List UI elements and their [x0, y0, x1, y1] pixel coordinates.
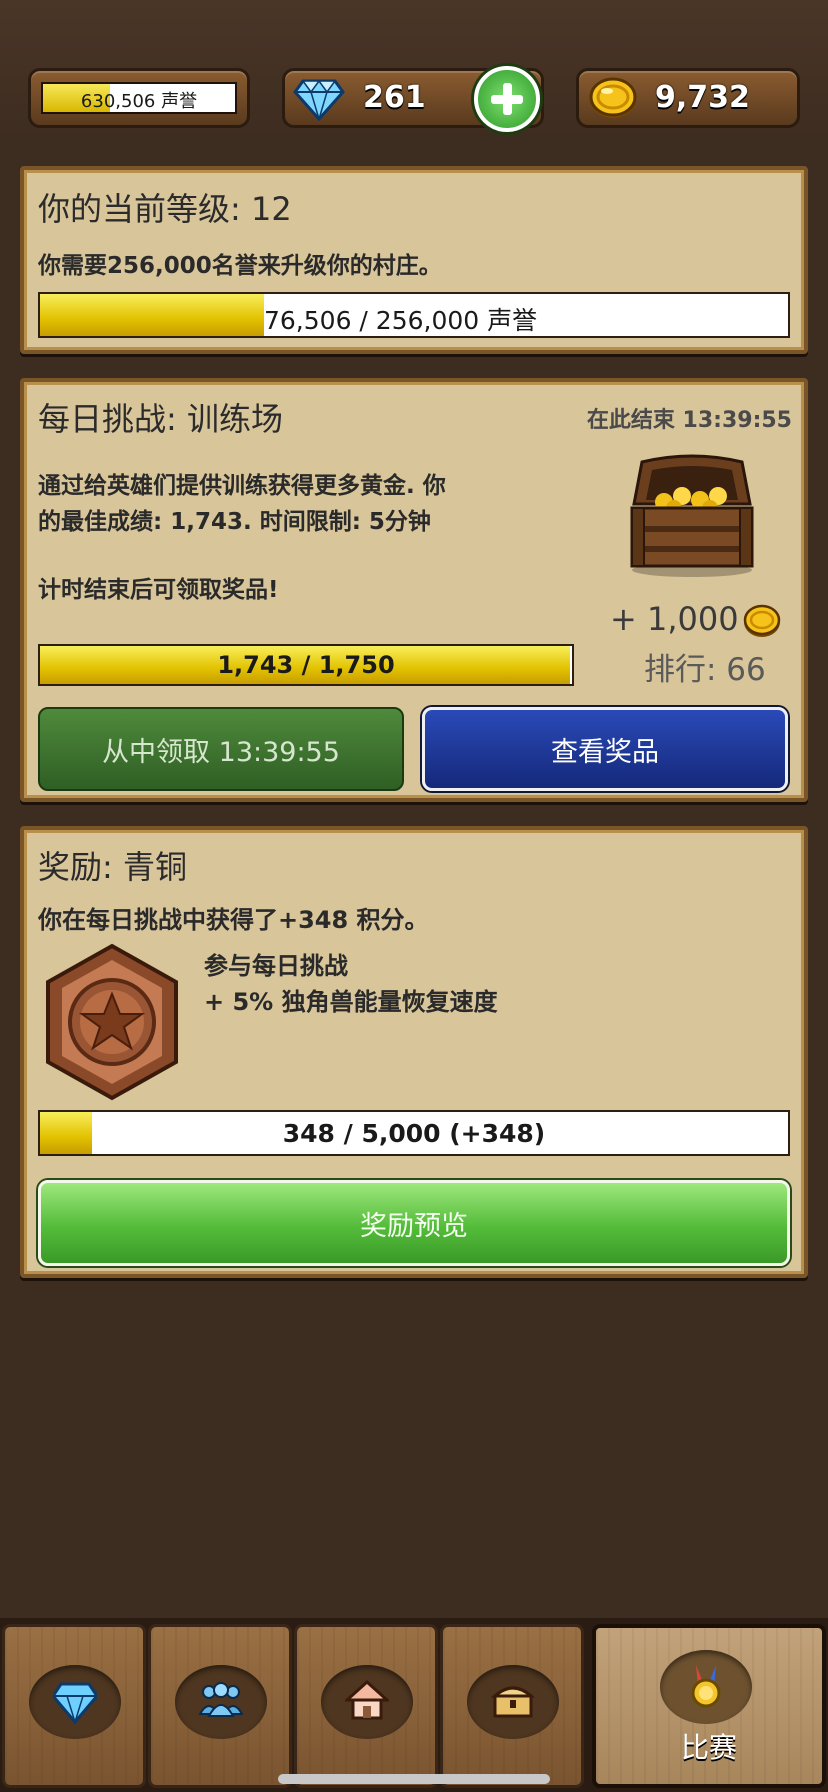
- level-progress-bar: 76,506 / 256,000 声誉: [38, 292, 790, 338]
- nav-item-chest[interactable]: [440, 1624, 584, 1788]
- challenge-reward-amount: + 1,000: [610, 600, 739, 638]
- nav-icon-frame: [660, 1650, 752, 1724]
- reward-progress-text: 348 / 5,000 (+348): [282, 1119, 546, 1148]
- nav-item-people[interactable]: [148, 1624, 292, 1788]
- challenge-title: 每日挑战: 训练场: [38, 400, 283, 438]
- challenge-claim-note: 计时结束后可领取奖品!: [38, 577, 279, 603]
- house-icon: [345, 1679, 389, 1720]
- level-title: 你的当前等级: 12: [38, 190, 292, 228]
- gem-count: 261: [363, 80, 426, 115]
- claim-reward-button[interactable]: 从中领取 13:39:55: [38, 707, 404, 791]
- level-progress-text: 76,506 / 256,000 声誉: [264, 306, 538, 335]
- chest-icon: [491, 1686, 535, 1718]
- reward-title: 奖励: 青铜: [38, 848, 187, 886]
- gold-count: 9,732: [655, 80, 750, 115]
- app-screen: 630,506 声誉 261 9,732 你的当前等级: 12 你需要256,0…: [0, 0, 828, 1792]
- challenge-progress-bar: 1,743 / 1,750: [38, 644, 574, 686]
- level-panel: 你的当前等级: 12 你需要256,000名誉来升级你的村庄。 76,506 /…: [20, 166, 808, 354]
- nav-item-gems[interactable]: [2, 1624, 146, 1788]
- level-progress-fill: [40, 294, 265, 336]
- reward-perk-line2: + 5% 独角兽能量恢复速度: [204, 988, 498, 1016]
- diamond-icon: [293, 79, 345, 121]
- nav-item-village[interactable]: [294, 1624, 438, 1788]
- nav-icon-frame: [175, 1665, 267, 1739]
- nav-icon-frame: [467, 1665, 559, 1739]
- nav-label-competition: 比赛: [680, 1731, 737, 1764]
- diamond-icon: [53, 1682, 97, 1725]
- level-description: 你需要256,000名誉来升级你的村庄。: [38, 253, 442, 279]
- reward-progress-bar: 348 / 5,000 (+348): [38, 1110, 790, 1156]
- challenge-rank: 排行: 66: [644, 652, 766, 688]
- reputation-progress-bar: 630,506 声誉: [41, 82, 237, 114]
- daily-challenge-panel: 每日挑战: 训练场 在此结束 13:39:55 通过给英雄们提供训练获得更多黄金…: [20, 378, 808, 802]
- view-prizes-button[interactable]: 查看奖品: [422, 707, 788, 791]
- nav-item-competition[interactable]: 比赛: [592, 1624, 826, 1788]
- bottom-nav: 比赛: [0, 1618, 828, 1792]
- gold-coin-icon: [743, 604, 781, 637]
- reward-preview-button[interactable]: 奖励预览: [38, 1180, 790, 1266]
- reputation-counter[interactable]: 630,506 声誉: [28, 68, 250, 128]
- reward-perk-line1: 参与每日挑战: [204, 952, 348, 980]
- home-indicator: [278, 1774, 550, 1784]
- nav-icon-frame: [321, 1665, 413, 1739]
- nav-icon-frame: [29, 1665, 121, 1739]
- bronze-medal-icon: [46, 943, 178, 1101]
- resource-bar: 630,506 声誉 261 9,732: [0, 0, 828, 140]
- people-icon: [199, 1682, 243, 1717]
- gold-coin-icon: [589, 77, 637, 118]
- challenge-end-time: 在此结束 13:39:55: [586, 408, 792, 433]
- challenge-progress-text: 1,743 / 1,750: [217, 651, 395, 679]
- buy-gems-plus-button[interactable]: [474, 66, 540, 132]
- challenge-description-line1: 通过给英雄们提供训练获得更多黄金. 你: [38, 473, 446, 499]
- gold-counter[interactable]: 9,732: [576, 68, 800, 128]
- treasure-chest-icon: [630, 454, 754, 577]
- reputation-text: 630,506 声誉: [80, 91, 198, 112]
- challenge-description-line2: 的最佳成绩: 1,743. 时间限制: 5分钟: [38, 509, 431, 535]
- reward-panel: 奖励: 青铜 你在每日挑战中获得了+348 积分。 参与每日挑战 + 5% 独角…: [20, 826, 808, 1278]
- medal-icon: [691, 1665, 721, 1708]
- reward-description: 你在每日挑战中获得了+348 积分。: [38, 906, 429, 934]
